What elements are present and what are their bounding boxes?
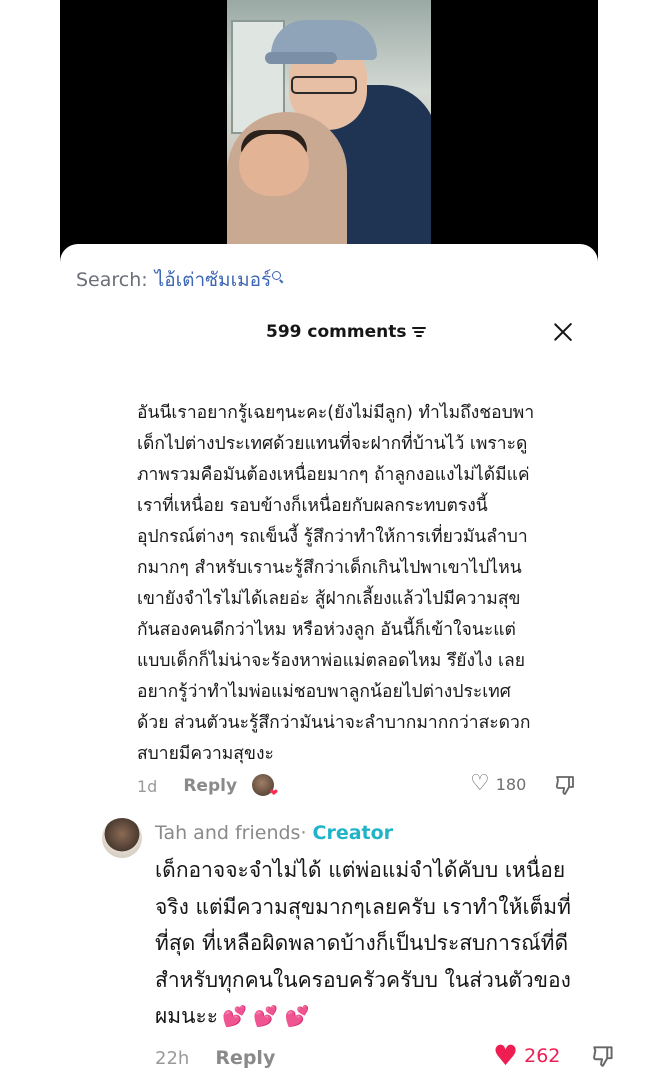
cap-brim: [265, 52, 337, 64]
reply-button[interactable]: Reply: [183, 776, 237, 796]
comment-time: 1d: [137, 776, 158, 796]
heart-outline-icon[interactable]: ♡: [470, 773, 490, 795]
creator-badge: Creator: [312, 822, 394, 844]
sort-icon[interactable]: [412, 326, 427, 338]
reply-time: 22h: [155, 1047, 190, 1069]
like-button[interactable]: ♡ 180: [470, 773, 526, 795]
comment-line: เด็กไปต่างประเทศด้วยแทนที่จะฝากที่บ้านไว…: [137, 434, 528, 454]
reply-line: จริง แต่มีความสุขมากๆเลยครับ เราทำให้เต็…: [155, 894, 571, 919]
comment-line: เขายังจำไรไม่ได้เลยอ่ะ สู้ฝากเลี้ยงแล้วไ…: [137, 589, 521, 609]
video-player[interactable]: [60, 0, 598, 262]
dislike-icon[interactable]: [591, 1043, 617, 1069]
reply-button[interactable]: Reply: [215, 1047, 275, 1069]
reply-line: ที่สุด ที่เหลือผิดพลาดบ้างก็เป็นประสบการ…: [155, 931, 569, 955]
comments-header[interactable]: 599 comments: [266, 320, 427, 344]
author-name[interactable]: Tah and friends: [155, 822, 300, 844]
reply-author[interactable]: Tah and friends · Creator: [155, 820, 393, 846]
comment-line: กมากๆ สำหรับเรานะรู้สึกว่าเด็กเกินไปพาเข…: [137, 558, 522, 578]
reply-line: เด็กอาจจะจำไม่ได้ แต่พ่อแม่จำได้คับบ เหน…: [155, 858, 566, 882]
video-thumbnail[interactable]: [227, 0, 431, 262]
dislike-icon[interactable]: [554, 773, 578, 797]
comment-line: อุปกรณ์ต่างๆ รถเข็นงี้ รู้สึกว่าทำให้การ…: [137, 527, 528, 547]
search-suggestion[interactable]: Search: ไอ้เต่าซัมเมอร์: [76, 266, 283, 294]
like-count: 180: [495, 774, 527, 794]
comment-line: อันนีเราอยากรู้เฉยๆนะคะ(ยังไม่มีลูก) ทำไ…: [137, 403, 535, 423]
heart-filled-icon[interactable]: ♥: [493, 1042, 518, 1070]
search-label: Search:: [76, 269, 148, 291]
comment-text: อันนีเราอยากรู้เฉยๆนะคะ(ยังไม่มีลูก) ทำไ…: [137, 398, 597, 770]
glasses: [291, 76, 357, 94]
creator-liked-avatar: [252, 774, 278, 799]
like-count: 262: [524, 1045, 561, 1067]
comment-line: ภาพรวมคือมันต้องเหนื่อยมากๆ ถ้าลูกงอแงไม…: [137, 465, 530, 485]
comment-line: ด้วย ส่วนตัวนะรู้สึกว่ามันน่าจะลำบากมากก…: [137, 713, 531, 733]
avatar[interactable]: [102, 818, 142, 858]
reply-line: ผมนะะ: [155, 1004, 219, 1028]
reply-line-last: ผมนะะ 💕 💕 💕: [155, 998, 625, 1035]
comment-line: กันสองคนดีกว่าไหม หรือห่วงลูก อันนี้ก็เข…: [137, 620, 516, 640]
comment-line: อยากรู้ว่าทำไมพ่อแม่ชอบพาลูกน้อยไปต่างปร…: [137, 682, 511, 702]
comments-count: 599 comments: [266, 322, 407, 342]
comment-line: แบบเด็กก็ไม่น่าจะร้องหาพ่อแม่ตลอดไหม รึย…: [137, 651, 525, 671]
comment-line: เราที่เหนื่อย รอบข้างก็เหนื่อยกับผลกระทบ…: [137, 496, 488, 516]
search-query[interactable]: ไอ้เต่าซัมเมอร์: [155, 265, 272, 295]
reply-meta: 22h Reply: [155, 1044, 275, 1072]
reply-line: สำหรับทุกคนในครอบครัวครับบ ในส่วนตัวของ: [155, 967, 571, 992]
comment-line: สบายมีความสุขงะ: [137, 744, 274, 764]
close-icon[interactable]: [553, 322, 573, 342]
comment-meta: 1d Reply: [137, 773, 237, 799]
reply-text: เด็กอาจจะจำไม่ได้ แต่พ่อแม่จำได้คับบ เหน…: [155, 852, 625, 1035]
search-icon[interactable]: [272, 270, 283, 282]
baby-face: [239, 134, 309, 196]
heart-emojis: 💕 💕 💕: [222, 1004, 310, 1028]
like-button[interactable]: ♥ 262: [493, 1042, 560, 1070]
author-separator: ·: [300, 822, 307, 844]
